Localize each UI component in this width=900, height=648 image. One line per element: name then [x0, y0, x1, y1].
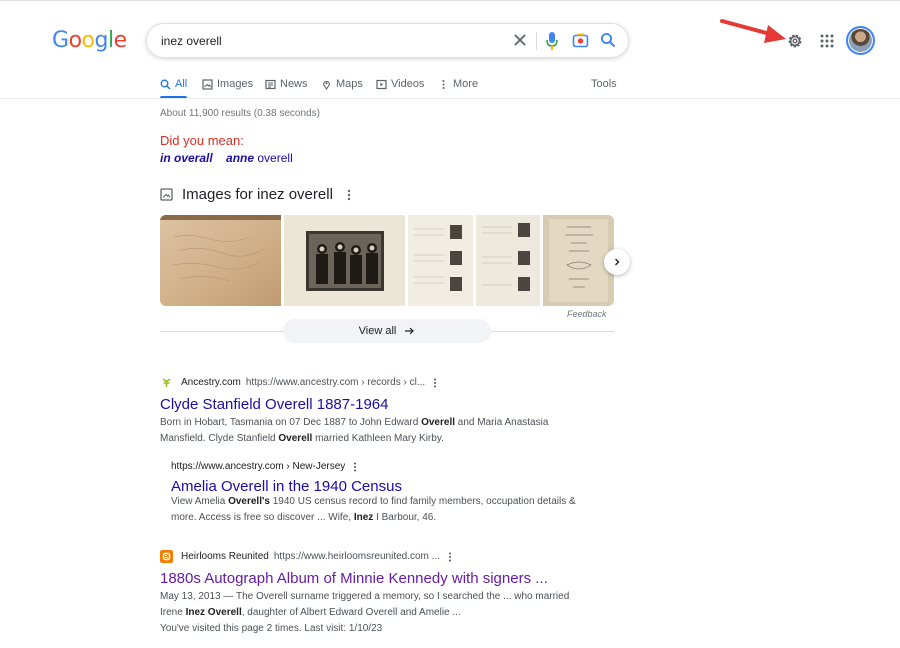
tools-button[interactable]: Tools [591, 76, 617, 92]
tab-label: More [453, 78, 479, 90]
tab-more[interactable]: More [438, 76, 478, 92]
view-all-label: View all [358, 325, 397, 337]
header-divider [0, 98, 900, 99]
spelling-suggestions: in overall anne overell [160, 151, 293, 165]
tab-videos[interactable]: Videos [376, 76, 424, 92]
logo-letter: o [68, 28, 82, 53]
tab-label: Videos [391, 78, 425, 90]
image-thumbnail[interactable] [284, 215, 405, 306]
result-url: https://www.ancestry.com › New-Jersey [171, 461, 346, 472]
search-icon[interactable] [600, 32, 616, 48]
blogger-icon [160, 550, 173, 563]
logo-letter: g [94, 28, 109, 53]
kebab-icon[interactable] [347, 189, 351, 201]
snippet-bold: Inez [353, 512, 374, 523]
site-name: Heirlooms Reunited [181, 551, 269, 562]
news-icon [265, 79, 276, 89]
feedback-link[interactable]: Feedback [567, 309, 607, 319]
suggestion-text: overell [254, 151, 293, 165]
annotation-arrow [720, 19, 786, 43]
view-all-button[interactable]: View all [283, 319, 491, 343]
kebab-icon[interactable] [353, 462, 357, 472]
snippet-text: and Maria Anastasia [455, 417, 549, 428]
snippet-text: View Amelia [171, 496, 229, 507]
did-you-mean-label: Did you mean: [160, 133, 244, 148]
microphone-icon[interactable] [545, 31, 559, 51]
logo-letter: G [52, 28, 69, 53]
result-snippet: May 13, 2013 — The Overell surname trigg… [160, 589, 580, 637]
tab-label: All [175, 78, 188, 90]
images-section-header: Images for inez overell [160, 186, 351, 203]
tab-images[interactable]: Images [202, 76, 253, 92]
snippet-text: , daughter of Albert Edward Overell and … [241, 607, 461, 618]
tab-label: News [280, 78, 308, 90]
logo-letter: e [113, 28, 128, 53]
result-url: https://www.heirloomsreunited.com ... [273, 551, 441, 562]
search-divider [536, 32, 537, 50]
tab-maps[interactable]: Maps [321, 76, 363, 92]
google-logo[interactable]: Google [52, 28, 127, 53]
result-source[interactable]: https://www.ancestry.com › New-Jersey [171, 461, 357, 472]
video-icon [376, 79, 387, 89]
result-title-link[interactable]: Clyde Stanfield Overell 1887-1964 [160, 396, 388, 413]
result-source[interactable]: Heirlooms Reunited https://www.heirlooms… [160, 550, 452, 563]
snippet-text: more. Access is free so discover ... Wif… [171, 512, 354, 523]
suggestion-link[interactable]: anne overell [226, 151, 293, 165]
image-thumbnail[interactable] [408, 215, 473, 306]
result-stats: About 11,900 results (0.38 seconds) [160, 108, 320, 119]
kebab-icon[interactable] [448, 552, 452, 562]
snippet-text: Born in Hobart, Tasmania on 07 Dec 1887 … [160, 417, 422, 428]
image-thumbnail[interactable] [160, 215, 281, 306]
snippet-text: I Barbour, 46. [373, 512, 437, 523]
map-pin-icon [322, 80, 331, 90]
image-icon [202, 78, 213, 90]
search-icon [160, 79, 171, 89]
snippet-text: May 13, 2013 — The Overell surname trigg… [160, 591, 570, 602]
snippet-text: Mansfield. Clyde Stanfield [160, 433, 279, 444]
ancestry-leaf-icon [160, 376, 173, 389]
result-snippet: View Amelia Overell's 1940 US census rec… [171, 494, 591, 526]
snippet-text: married Kathleen Mary Kirby. [312, 433, 444, 444]
result-source[interactable]: Ancestry.com https://www.ancestry.com › … [160, 376, 437, 389]
visited-note: You've visited this page 2 times. Last v… [160, 623, 383, 634]
site-name: Ancestry.com [181, 377, 241, 388]
images-heading[interactable]: Images for inez overell [182, 186, 333, 203]
suggestion-link[interactable]: in overall [160, 151, 213, 165]
tab-label: Images [217, 78, 254, 90]
gear-icon[interactable] [786, 32, 804, 50]
arrow-right-icon [405, 327, 415, 335]
carousel-next-button[interactable] [604, 249, 630, 275]
top-border [0, 0, 900, 4]
tab-all[interactable]: All [160, 76, 187, 92]
suggestion-bold: anne [226, 151, 255, 165]
snippet-bold: Overell's [228, 496, 270, 507]
apps-grid-icon[interactable] [820, 34, 834, 48]
snippet-bold: Overell [278, 433, 313, 444]
snippet-text: 1940 US census record to find family mem… [269, 496, 576, 507]
suggestion-bold: in overall [160, 151, 213, 165]
result-title-link[interactable]: Amelia Overell in the 1940 Census [171, 478, 402, 495]
image-carousel [160, 215, 614, 306]
kebab-icon[interactable] [433, 378, 437, 388]
image-icon [160, 188, 173, 201]
search-input[interactable]: inez overell [161, 34, 222, 48]
logo-letter: o [81, 28, 95, 53]
camera-lens-icon[interactable] [572, 32, 589, 49]
tab-news[interactable]: News [265, 76, 308, 92]
tab-label: Maps [336, 78, 363, 90]
snippet-bold: Overell [421, 417, 456, 428]
snippet-bold: Inez Overell [185, 607, 242, 618]
tools-label: Tools [591, 78, 617, 90]
account-avatar[interactable] [846, 26, 875, 55]
kebab-icon [442, 79, 445, 89]
result-url: https://www.ancestry.com › records › cl.… [245, 377, 426, 388]
search-box[interactable]: inez overell [146, 23, 629, 58]
search-tabs: All Images News Maps Videos More Tools [160, 76, 620, 98]
chevron-right-icon [615, 258, 620, 266]
clear-icon[interactable] [511, 31, 529, 49]
image-thumbnail[interactable] [476, 215, 540, 306]
result-title-link[interactable]: 1880s Autograph Album of Minnie Kennedy … [160, 570, 548, 587]
snippet-text: Irene [160, 607, 186, 618]
result-snippet: Born in Hobart, Tasmania on 07 Dec 1887 … [160, 415, 580, 447]
